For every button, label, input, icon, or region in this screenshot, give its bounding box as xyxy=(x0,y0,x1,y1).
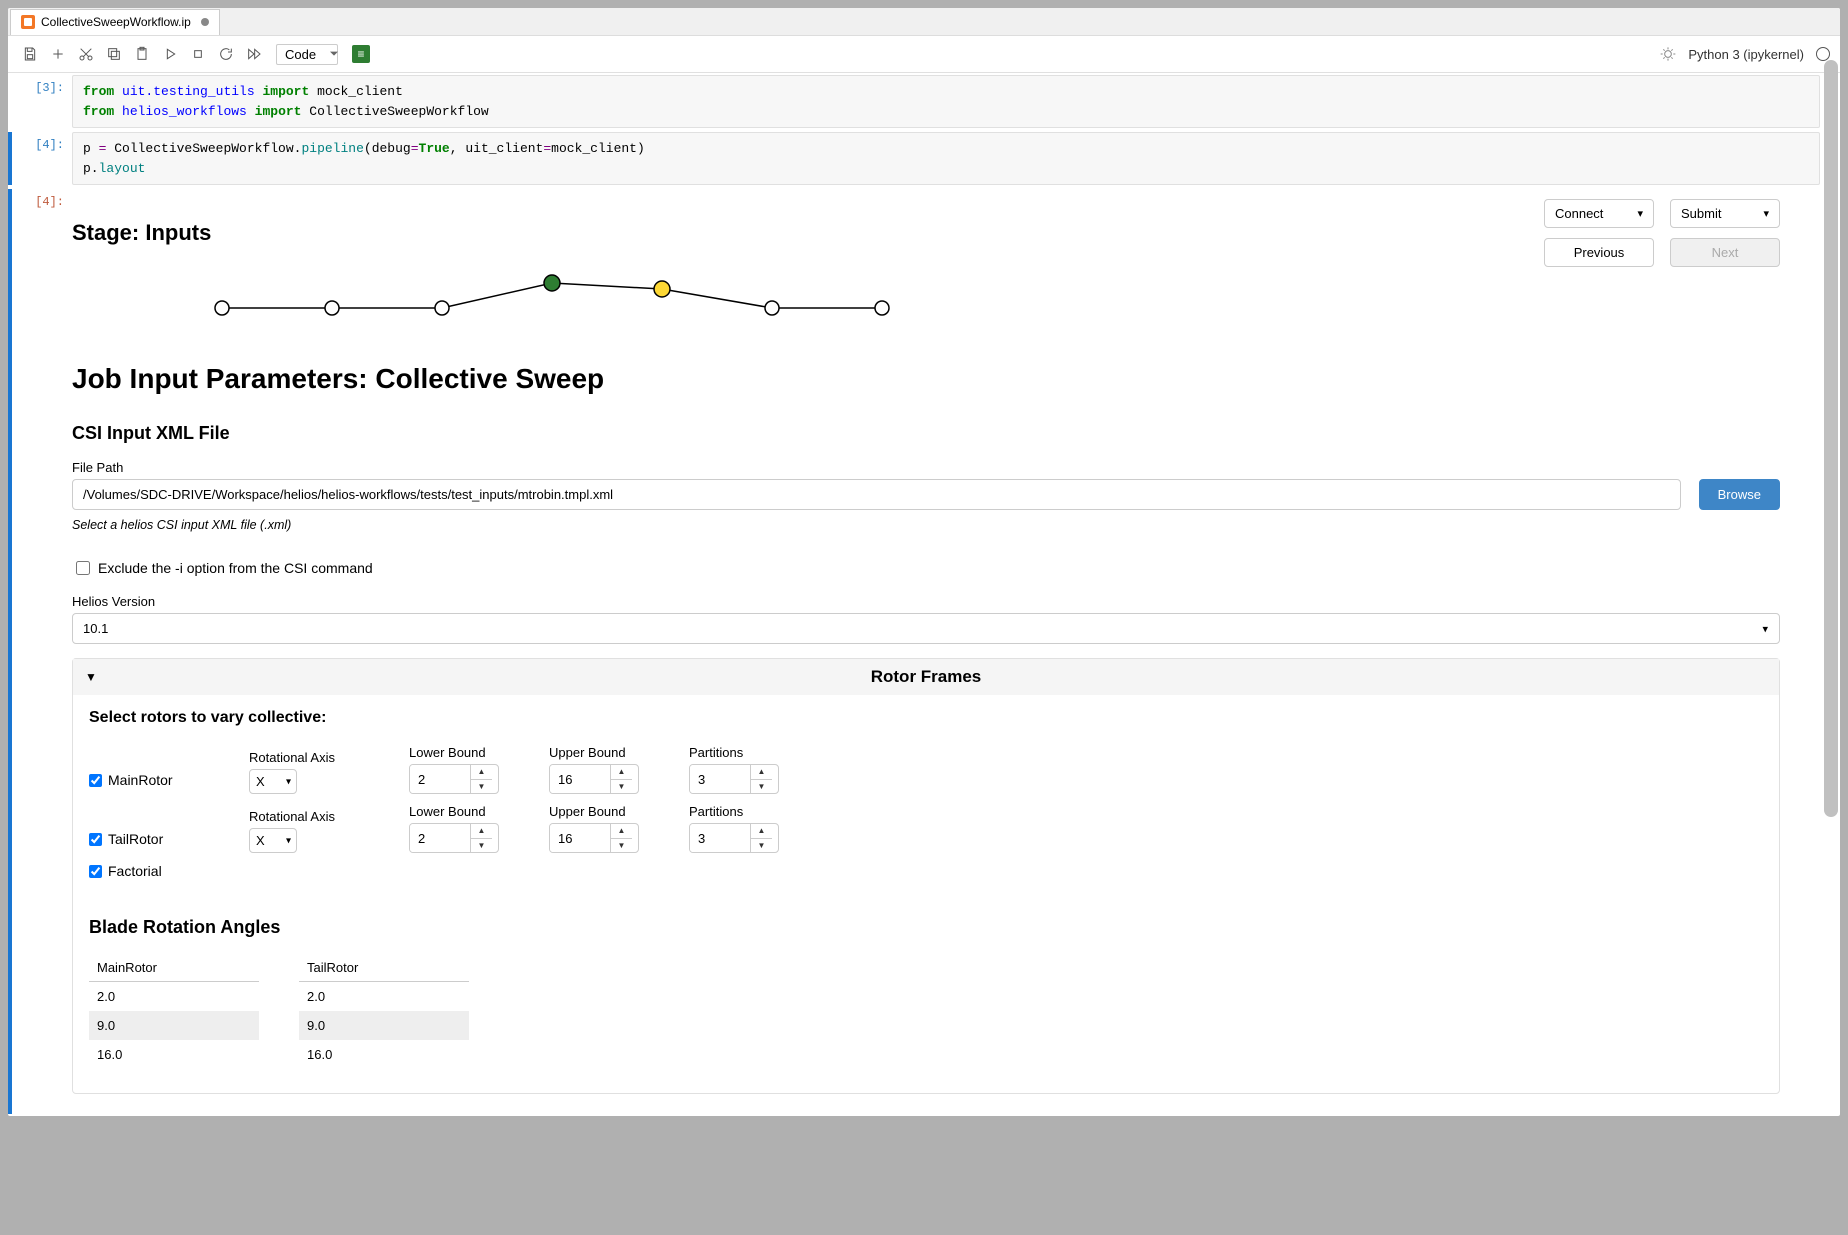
filepath-label: File Path xyxy=(72,460,1780,475)
connect-dropdown[interactable]: Connect xyxy=(1544,199,1654,228)
code-cell-2[interactable]: [4]: p = CollectiveSweepWorkflow.pipelin… xyxy=(8,130,1840,187)
mainrotor-lb-input[interactable]: ▲▼ xyxy=(409,764,499,794)
csi-heading: CSI Input XML File xyxy=(72,423,1780,444)
mainrotor-checkbox-row[interactable]: MainRotor xyxy=(89,772,229,794)
spinner-up-icon[interactable]: ▲ xyxy=(611,765,632,780)
stage-title: Stage: Inputs xyxy=(72,220,211,246)
stage-graph xyxy=(212,273,1780,323)
output-prompt: [4]: xyxy=(12,189,72,1114)
kernel-status-icon[interactable] xyxy=(1816,47,1830,61)
code-editor[interactable]: p = CollectiveSweepWorkflow.pipeline(deb… xyxy=(72,132,1820,185)
notebook-area: [3]: from uit.testing_utils import mock_… xyxy=(8,73,1840,1116)
toolbar: Code ≡ Python 3 (ipykernel) xyxy=(8,36,1840,73)
spinner-down-icon[interactable]: ▼ xyxy=(611,780,632,794)
spinner-down-icon[interactable]: ▼ xyxy=(751,839,772,853)
tailrotor-lb-input[interactable]: ▲▼ xyxy=(409,823,499,853)
next-button: Next xyxy=(1670,238,1780,267)
spinner-up-icon[interactable]: ▲ xyxy=(611,824,632,839)
output-cell: [4]: Stage: Inputs Connect Submit Previo… xyxy=(8,187,1840,1116)
cell-type-select[interactable]: Code xyxy=(276,44,338,65)
spinner-down-icon[interactable]: ▼ xyxy=(471,780,492,794)
notebook-icon xyxy=(21,15,35,29)
exclude-checkbox-row[interactable]: Exclude the -i option from the CSI comma… xyxy=(76,560,1780,576)
collapse-icon[interactable]: ▼ xyxy=(85,670,97,684)
tailrotor-axis-select[interactable]: X xyxy=(249,828,297,853)
tailrotor-checkbox-row[interactable]: TailRotor xyxy=(89,831,229,853)
helios-version-select[interactable]: 10.1 xyxy=(72,613,1780,644)
copy-icon[interactable] xyxy=(102,42,126,66)
restart-icon[interactable] xyxy=(214,42,238,66)
stop-icon[interactable] xyxy=(186,42,210,66)
filepath-input[interactable] xyxy=(72,479,1681,510)
paste-icon[interactable] xyxy=(130,42,154,66)
run-icon[interactable] xyxy=(158,42,182,66)
exclude-checkbox[interactable] xyxy=(76,561,90,575)
tailrotor-checkbox[interactable] xyxy=(89,833,102,846)
tab-title: CollectiveSweepWorkflow.ip xyxy=(41,15,191,29)
spinner-down-icon[interactable]: ▼ xyxy=(471,839,492,853)
factorial-checkbox[interactable] xyxy=(89,865,102,878)
mainrotor-axis-select[interactable]: X xyxy=(249,769,297,794)
factorial-checkbox-row[interactable]: Factorial xyxy=(89,863,1763,885)
debugger-icon[interactable] xyxy=(1660,46,1676,62)
spinner-up-icon[interactable]: ▲ xyxy=(751,765,772,780)
kernel-name[interactable]: Python 3 (ipykernel) xyxy=(1688,47,1804,62)
rotor-row-tail: TailRotor Rotational Axis X Lower Bound … xyxy=(89,804,1763,853)
add-cell-icon[interactable] xyxy=(46,42,70,66)
file-tab[interactable]: CollectiveSweepWorkflow.ip xyxy=(10,9,220,35)
tailrotor-part-input[interactable]: ▲▼ xyxy=(689,823,779,853)
angle-table-tail: TailRotor 2.0 9.0 16.0 xyxy=(299,954,469,1069)
save-icon[interactable] xyxy=(18,42,42,66)
rotor-row-main: MainRotor Rotational Axis X Lower Bound … xyxy=(89,745,1763,794)
rotor-panel-title: Rotor Frames xyxy=(871,667,982,686)
spinner-down-icon[interactable]: ▼ xyxy=(611,839,632,853)
mainrotor-part-input[interactable]: ▲▼ xyxy=(689,764,779,794)
angle-table-main: MainRotor 2.0 9.0 16.0 xyxy=(89,954,259,1069)
rotor-panel-header[interactable]: ▼ Rotor Frames xyxy=(73,659,1779,695)
unsaved-dot-icon xyxy=(201,18,209,26)
page-heading: Job Input Parameters: Collective Sweep xyxy=(72,363,1780,395)
exclude-label: Exclude the -i option from the CSI comma… xyxy=(98,560,373,576)
cell-type-select-wrap: Code xyxy=(270,44,344,65)
cell-prompt: [3]: xyxy=(12,75,72,128)
mainrotor-ub-input[interactable]: ▲▼ xyxy=(549,764,639,794)
render-icon[interactable]: ≡ xyxy=(352,45,370,63)
rotor-panel: ▼ Rotor Frames Select rotors to vary col… xyxy=(72,658,1780,1094)
tab-bar: CollectiveSweepWorkflow.ip xyxy=(8,8,1840,36)
submit-dropdown[interactable]: Submit xyxy=(1670,199,1780,228)
code-editor[interactable]: from uit.testing_utils import mock_clien… xyxy=(72,75,1820,128)
spinner-up-icon[interactable]: ▲ xyxy=(471,824,492,839)
previous-button[interactable]: Previous xyxy=(1544,238,1654,267)
cut-icon[interactable] xyxy=(74,42,98,66)
rotor-select-label: Select rotors to vary collective: xyxy=(89,709,1763,727)
browse-button[interactable]: Browse xyxy=(1699,479,1780,510)
scrollbar[interactable] xyxy=(1824,60,1838,1225)
spinner-up-icon[interactable]: ▲ xyxy=(471,765,492,780)
tailrotor-ub-input[interactable]: ▲▼ xyxy=(549,823,639,853)
run-all-icon[interactable] xyxy=(242,42,266,66)
cell-prompt: [4]: xyxy=(12,132,72,185)
helios-version-label: Helios Version xyxy=(72,594,1780,609)
filepath-hint: Select a helios CSI input XML file (.xml… xyxy=(72,518,1780,532)
mainrotor-checkbox[interactable] xyxy=(89,774,102,787)
angles-tables: MainRotor 2.0 9.0 16.0 TailRotor 2.0 9.0 xyxy=(89,954,1763,1069)
spinner-up-icon[interactable]: ▲ xyxy=(751,824,772,839)
angles-heading: Blade Rotation Angles xyxy=(89,917,1763,938)
spinner-down-icon[interactable]: ▼ xyxy=(751,780,772,794)
code-cell-1[interactable]: [3]: from uit.testing_utils import mock_… xyxy=(8,73,1840,130)
scrollbar-thumb[interactable] xyxy=(1824,60,1838,817)
